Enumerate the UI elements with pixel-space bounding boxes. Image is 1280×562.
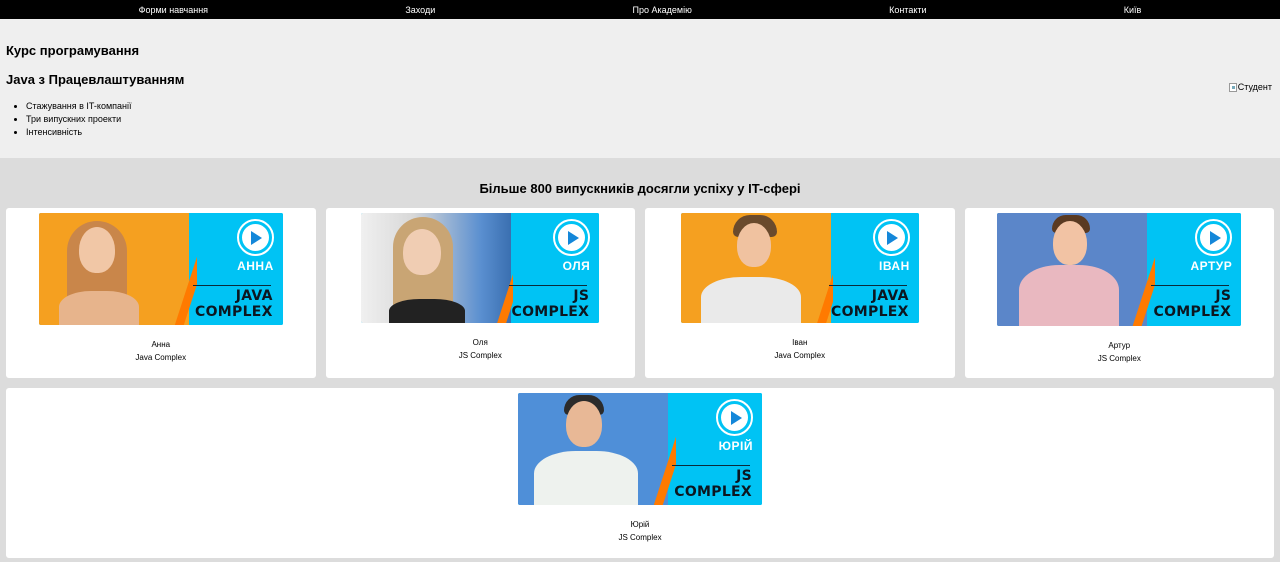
play-icon <box>716 399 753 436</box>
graduates-title: Більше 800 випускників досягли успіху у … <box>479 181 801 196</box>
thumb-name-label: АННА <box>237 259 274 273</box>
video-thumbnail[interactable]: ОЛЯ JS COMPLEX <box>361 213 600 323</box>
hero-title: Курс програмування <box>6 43 140 58</box>
graduate-card-olya[interactable]: ОЛЯ JS COMPLEX Оля JS Complex <box>325 208 636 378</box>
graduates-section: Більше 800 випускників досягли успіху у … <box>0 158 1280 558</box>
thumb-name-label: АРТУР <box>1190 259 1233 273</box>
graduates-row-1: АННА JAVA COMPLEX Анна Java Complex ОЛЯ … <box>6 208 1274 378</box>
nav-about[interactable]: Про Академію <box>633 3 692 17</box>
thumb-course-label: JS COMPLEX <box>511 288 590 320</box>
nav-city[interactable]: Київ <box>1124 3 1142 17</box>
play-icon <box>872 219 910 256</box>
graduate-card-yuriy[interactable]: ЮРІЙ JS COMPLEX Юрій JS Complex <box>6 388 1274 558</box>
graduate-caption: Іван Java Complex <box>645 336 955 362</box>
thumb-name-label: ЮРІЙ <box>718 439 753 453</box>
video-thumbnail[interactable]: АРТУР JS COMPLEX <box>997 213 1242 326</box>
graduate-caption: Анна Java Complex <box>6 338 316 364</box>
graduate-course: Java Complex <box>774 351 826 360</box>
graduate-card-anna[interactable]: АННА JAVA COMPLEX Анна Java Complex <box>6 208 316 378</box>
student-image-alt: Студент <box>1237 82 1272 92</box>
graduate-name: Артур <box>1108 341 1131 350</box>
graduate-course: JS Complex <box>458 351 502 360</box>
graduate-photo <box>38 213 189 325</box>
hero-bullets: Стажування в IT-компанії Три випускних п… <box>6 100 132 139</box>
graduate-photo <box>680 213 831 323</box>
graduate-course: Java Complex <box>135 353 187 362</box>
graduate-photo <box>361 213 512 323</box>
graduate-card-artur[interactable]: АРТУР JS COMPLEX Артур JS Complex <box>964 208 1275 378</box>
graduate-name: Оля <box>472 338 488 347</box>
student-image: Студент <box>1228 82 1272 92</box>
nav-events[interactable]: Заходи <box>405 3 435 17</box>
thumb-course-label: JAVA COMPLEX <box>831 288 909 320</box>
graduate-course: JS Complex <box>618 533 662 542</box>
play-icon <box>553 219 591 256</box>
graduates-row-2: ЮРІЙ JS COMPLEX Юрій JS Complex <box>6 388 1274 558</box>
thumb-course-label: JS COMPLEX <box>1153 288 1232 320</box>
video-thumbnail[interactable]: ІВАН JAVA COMPLEX <box>680 213 919 323</box>
bullet-internship: Стажування в IT-компанії <box>26 100 132 113</box>
broken-image-icon <box>1228 82 1237 92</box>
graduate-card-ivan[interactable]: ІВАН JAVA COMPLEX Іван Java Complex <box>645 208 955 378</box>
hero-subtitle: Java з Працевлаштуванням <box>6 72 185 87</box>
graduate-caption: Юрій JS Complex <box>6 518 1274 544</box>
video-thumbnail[interactable]: ЮРІЙ JS COMPLEX <box>518 393 762 505</box>
top-nav: Форми навчання Заходи Про Академію Конта… <box>0 0 1280 19</box>
nav-forms[interactable]: Форми навчання <box>139 3 208 17</box>
graduate-name: Юрій <box>630 520 650 529</box>
graduate-course: JS Complex <box>1097 354 1141 363</box>
bullet-intensity: Інтенсивність <box>26 126 132 139</box>
graduate-photo <box>518 393 668 505</box>
graduate-caption: Оля JS Complex <box>326 336 636 362</box>
thumb-name-label: ОЛЯ <box>562 259 591 273</box>
graduate-name: Анна <box>151 340 171 349</box>
play-icon <box>1195 219 1233 256</box>
play-icon <box>236 219 274 256</box>
hero-section: Курс програмування Java з Працевлаштуван… <box>0 19 1280 158</box>
thumb-course-label: JS COMPLEX <box>674 468 752 500</box>
thumb-course-label: JAVA COMPLEX <box>195 288 273 320</box>
bullet-projects: Три випускних проекти <box>26 113 132 126</box>
graduate-name: Іван <box>792 338 808 347</box>
graduate-photo <box>997 213 1148 326</box>
video-thumbnail[interactable]: АННА JAVA COMPLEX <box>38 213 283 325</box>
thumb-name-label: ІВАН <box>879 259 910 273</box>
graduate-caption: Артур JS Complex <box>965 339 1275 365</box>
nav-contacts[interactable]: Контакти <box>889 3 926 17</box>
